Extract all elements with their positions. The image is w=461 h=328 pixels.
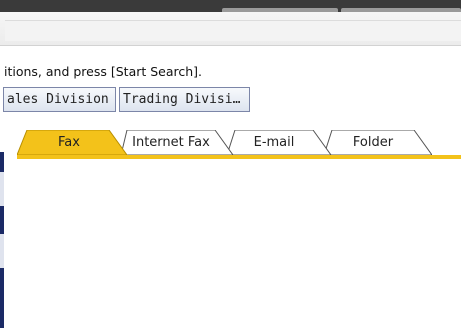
- header-field: [5, 20, 461, 41]
- left-edge-stripe: [0, 172, 4, 206]
- left-edge-stripe: [0, 268, 4, 328]
- tab-label: Fax: [58, 135, 80, 150]
- left-edge-stripe: [0, 234, 4, 268]
- screen: itions, and press [Start Search]. ales D…: [0, 0, 461, 328]
- tab-label: Folder: [352, 135, 394, 150]
- tab-label: E-mail: [253, 135, 295, 150]
- tab-email[interactable]: E-mail: [227, 130, 335, 155]
- tab-fax[interactable]: Fax: [17, 130, 129, 155]
- tab-internet-fax[interactable]: Internet Fax: [121, 130, 235, 155]
- header-band: [0, 12, 461, 46]
- top-bar: [0, 0, 461, 12]
- trading-division-button[interactable]: Trading Divisi…: [119, 87, 250, 112]
- left-edge-stripe: [0, 152, 4, 172]
- instruction-text: itions, and press [Start Search].: [4, 64, 203, 79]
- left-edge-stripe: [0, 206, 4, 234]
- tab-label: Internet Fax: [132, 135, 210, 150]
- tab-base-line: [17, 155, 461, 159]
- sales-division-button[interactable]: ales Division: [3, 87, 116, 112]
- tab-folder[interactable]: Folder: [324, 130, 432, 155]
